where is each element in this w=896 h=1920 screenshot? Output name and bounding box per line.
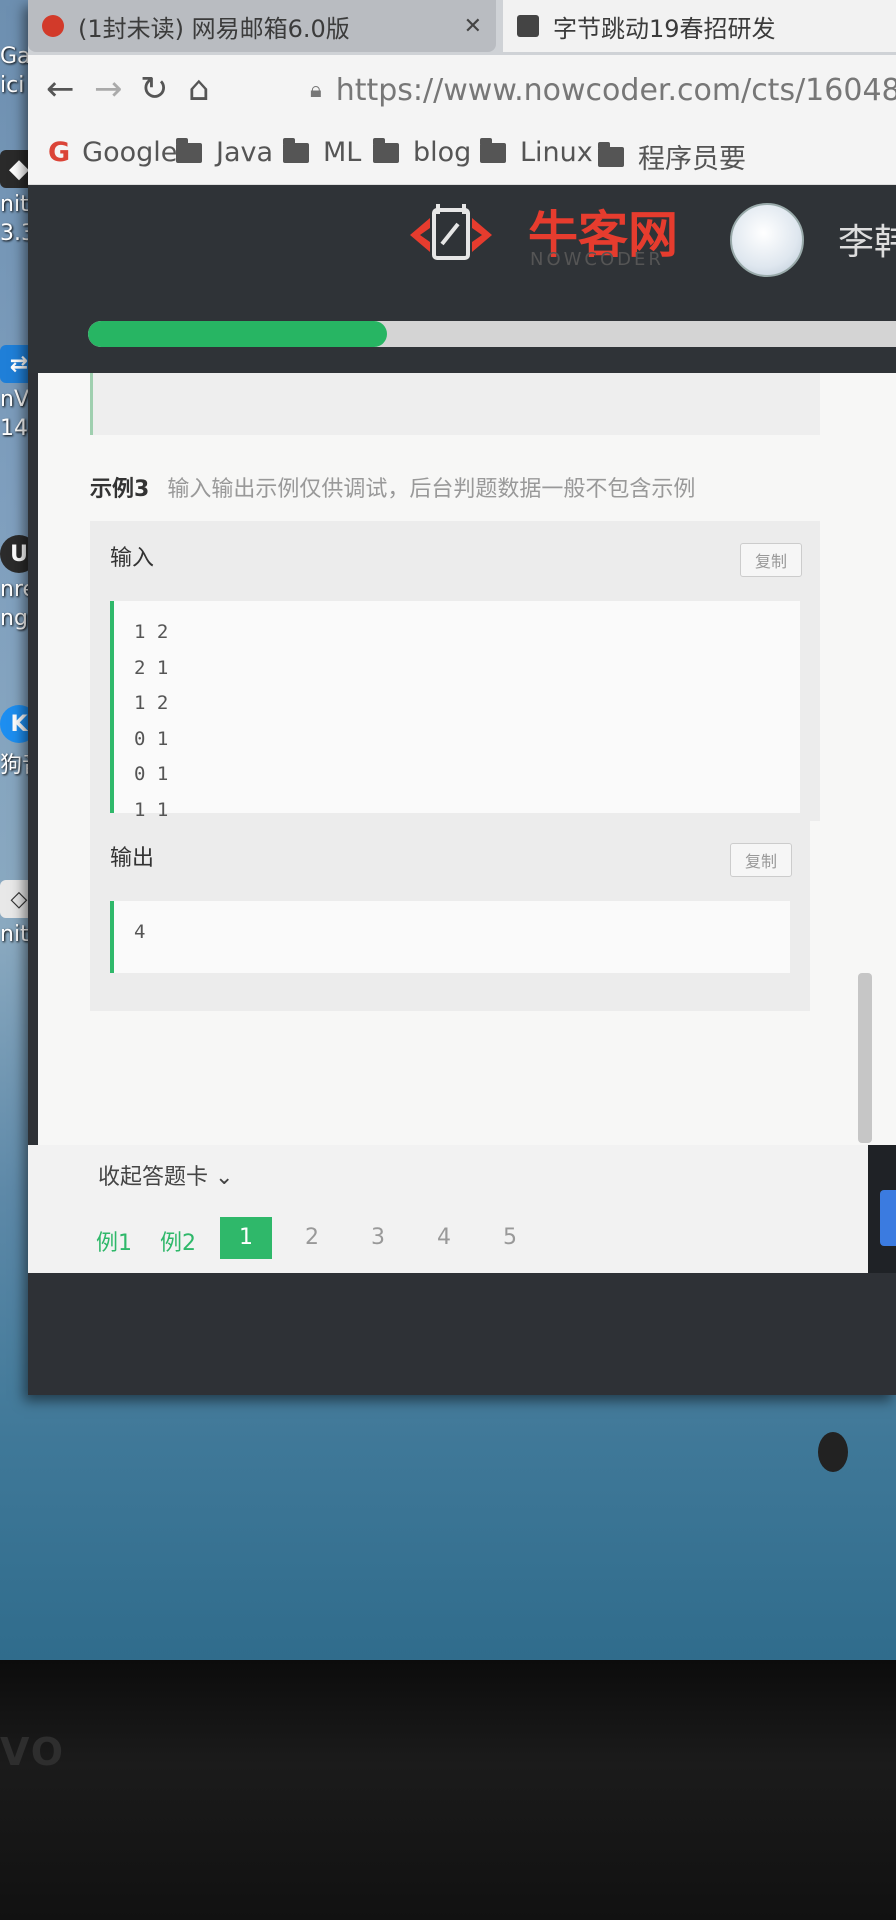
- collapse-answer-card-button[interactable]: 收起答题卡 ⌄: [98, 1159, 233, 1191]
- forward-arrow-icon[interactable]: →: [94, 69, 123, 109]
- example-note: 输入输出示例仅供调试，后台判题数据一般不包含示例: [167, 477, 696, 502]
- output-label: 输出: [110, 846, 155, 871]
- example-heading: 示例3 输入输出示例仅供调试，后台判题数据一般不包含示例: [90, 471, 695, 503]
- answer-card: 收起答题卡 ⌄ 例1 例2 1 2 3 4 5: [28, 1145, 868, 1273]
- folder-icon: [480, 137, 506, 163]
- progress-section: [28, 293, 896, 373]
- answer-card-question-4[interactable]: 4: [418, 1225, 470, 1250]
- bookmark-folder-ml[interactable]: ML: [283, 137, 361, 168]
- home-icon[interactable]: ⌂: [188, 69, 210, 109]
- folder-icon: [598, 141, 624, 167]
- bookmark-folder-blog[interactable]: blog: [373, 137, 471, 168]
- tab-nowcoder[interactable]: 字节跳动19春招研发: [503, 0, 896, 52]
- question-panel: 示例3 输入输出示例仅供调试，后台判题数据一般不包含示例 输入 复制 1 2 2 …: [38, 373, 896, 1273]
- screen-speck: [818, 1432, 848, 1472]
- bookmark-label: Java: [216, 137, 274, 168]
- progress-fill: [88, 321, 387, 347]
- reload-icon[interactable]: ↻: [140, 69, 169, 109]
- tab-label: (1封未读) 网易邮箱6.0版: [78, 14, 350, 43]
- google-icon: G: [48, 137, 71, 168]
- tab-mail[interactable]: (1封未读) 网易邮箱6.0版 ✕: [28, 0, 496, 52]
- input-code: 1 2 2 1 1 2 0 1 0 1 1 1: [110, 601, 800, 821]
- bookmark-label: blog: [413, 137, 472, 168]
- back-arrow-icon[interactable]: ←: [46, 69, 75, 109]
- input-label: 输入: [110, 546, 155, 571]
- close-icon[interactable]: ✕: [464, 14, 482, 39]
- answer-card-question-2[interactable]: 2: [286, 1225, 338, 1250]
- copy-input-button[interactable]: 复制: [740, 543, 802, 577]
- scrollbar[interactable]: [858, 973, 872, 1143]
- copy-output-button[interactable]: 复制: [730, 843, 792, 877]
- folder-icon: [373, 137, 399, 163]
- browser-window: (1封未读) 网易邮箱6.0版 ✕ 字节跳动19春招研发 ← → ↻ ⌂ 🔒︎ …: [28, 0, 896, 1395]
- page-footer: [70, 1273, 896, 1395]
- nowcoder-logo-icon[interactable]: [396, 200, 506, 270]
- answer-card-question-3[interactable]: 3: [352, 1225, 404, 1250]
- bookmarks-bar: G Google Java ML blog Linux 程序员要: [28, 125, 896, 185]
- bookmark-label: ML: [323, 137, 362, 168]
- bookmark-label: Linux: [520, 137, 593, 168]
- previous-example-output: [90, 373, 820, 435]
- output-code: 4: [110, 901, 790, 973]
- side-button[interactable]: [880, 1190, 896, 1246]
- answer-card-question-1[interactable]: 1: [220, 1217, 272, 1259]
- answer-card-example-1[interactable]: 例1: [88, 1225, 140, 1257]
- bookmark-label: Google: [82, 137, 178, 168]
- bookmark-folder-linux[interactable]: Linux: [480, 137, 593, 168]
- bookmark-folder-programmer[interactable]: 程序员要: [598, 137, 746, 176]
- folder-icon: [283, 137, 309, 163]
- bookmark-google[interactable]: G Google: [48, 137, 177, 168]
- bookmark-label: 程序员要: [638, 144, 746, 175]
- user-name[interactable]: 李韩: [838, 213, 896, 265]
- output-box: 输出 复制 4: [90, 821, 810, 1011]
- bookmark-folder-java[interactable]: Java: [176, 137, 273, 168]
- answer-card-example-2[interactable]: 例2: [152, 1225, 204, 1257]
- browser-toolbar: ← → ↻ ⌂ 🔒︎ https://www.nowcoder.com/cts/…: [28, 55, 896, 125]
- tab-strip: (1封未读) 网易邮箱6.0版 ✕ 字节跳动19春招研发: [28, 0, 896, 55]
- laptop-brand-logo: VO: [0, 1730, 66, 1774]
- example-title: 示例3: [90, 477, 150, 502]
- input-box: 输入 复制 1 2 2 1 1 2 0 1 0 1 1 1: [90, 521, 820, 821]
- nowcoder-favicon-icon: [517, 15, 539, 37]
- avatar[interactable]: [730, 203, 804, 277]
- url-text: https://www.nowcoder.com/cts/16048127/su…: [335, 72, 896, 108]
- site-header: 牛客网 NOWCODER 李韩: [28, 185, 896, 293]
- progress-bar: [88, 321, 896, 347]
- laptop-bezel: [0, 1660, 896, 1920]
- site-logo-subtext: NOWCODER: [530, 249, 664, 270]
- folder-icon: [176, 137, 202, 163]
- answer-card-question-5[interactable]: 5: [484, 1225, 536, 1250]
- netease-mail-icon: [42, 15, 64, 37]
- address-bar[interactable]: 🔒︎ https://www.nowcoder.com/cts/16048127…: [310, 69, 896, 111]
- lock-icon: 🔒︎: [310, 77, 322, 103]
- tab-label: 字节跳动19春招研发: [553, 14, 776, 43]
